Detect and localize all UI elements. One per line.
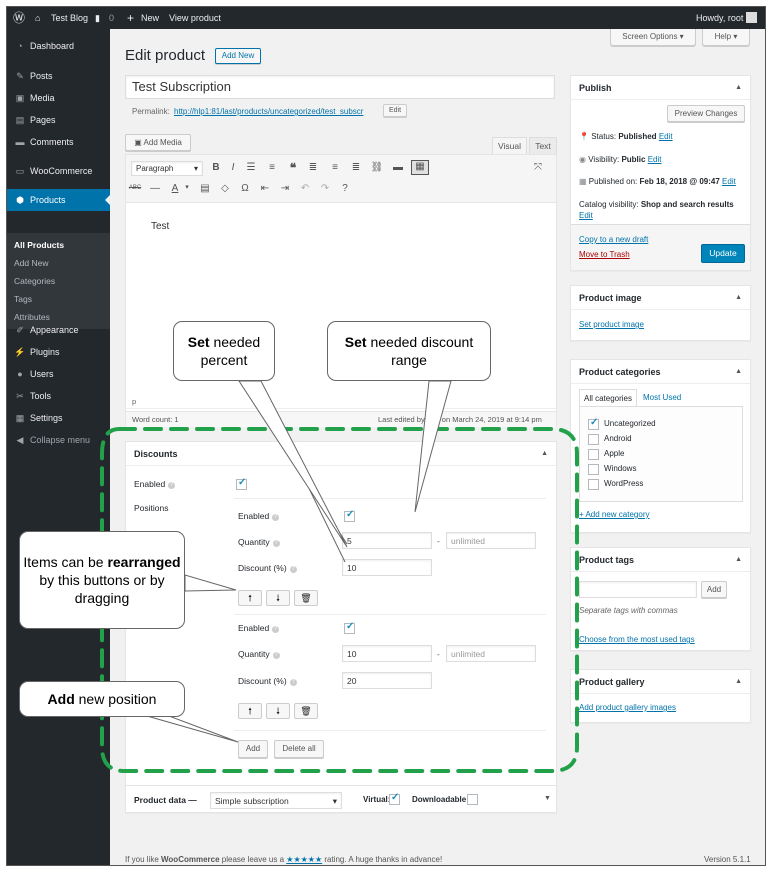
- callout-set-range: Set needed discount range: [327, 321, 491, 381]
- callout-pointer: [146, 715, 239, 743]
- highlight-overlay: [100, 380, 579, 773]
- callout-pointer: [184, 574, 237, 592]
- callout-rearranged: Items can be rearranged by this buttons …: [19, 531, 185, 629]
- browser-frame: Ⓦ ⌂ Test Blog ▮ 0 + New View product How…: [6, 6, 766, 866]
- callout-pointer: [238, 380, 348, 548]
- callout-pointer: [414, 380, 452, 513]
- callout-add-position: Add new position: [19, 681, 185, 717]
- callout-set-percent: Set needed percent: [173, 321, 275, 381]
